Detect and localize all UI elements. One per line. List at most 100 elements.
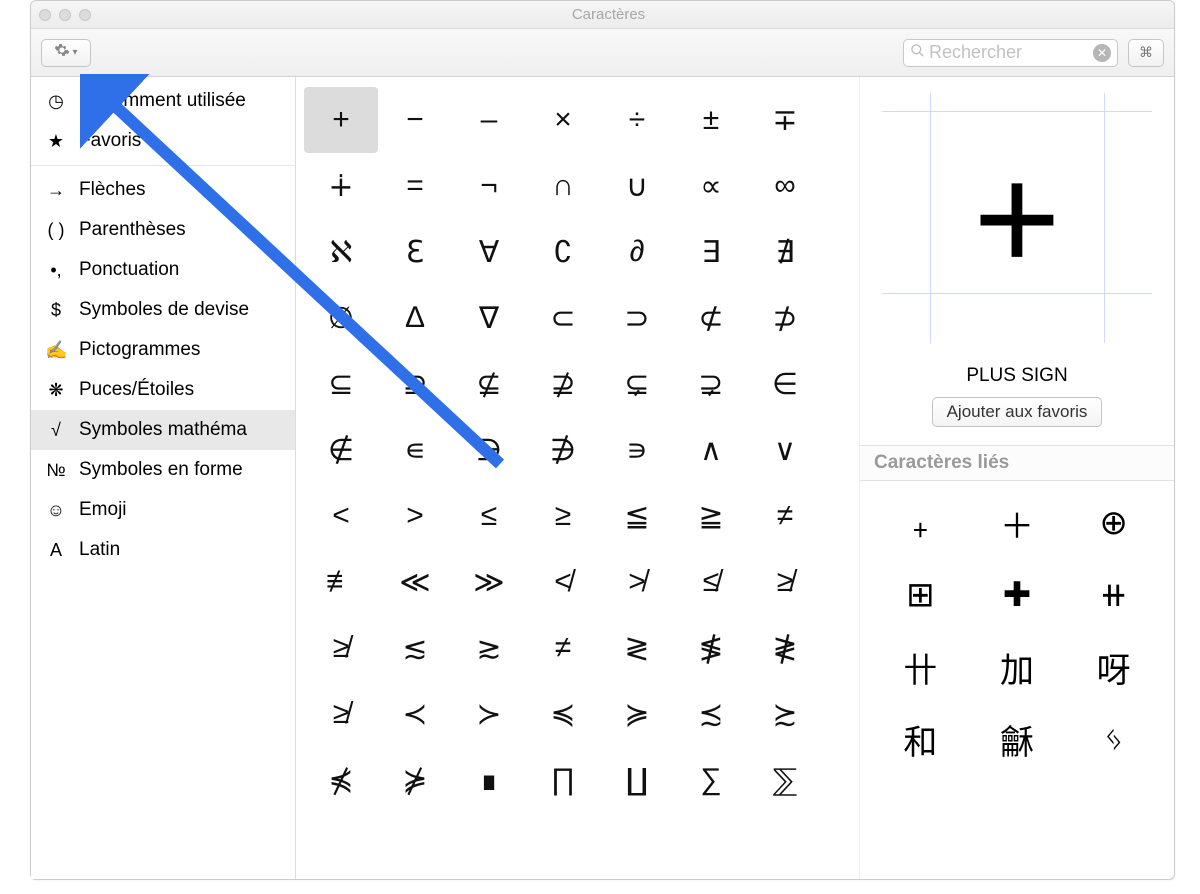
character-cell[interactable]: ∔: [304, 153, 378, 219]
character-cell[interactable]: ∉: [304, 417, 378, 483]
character-cell[interactable]: ≢: [304, 549, 378, 615]
character-cell[interactable]: ≤: [452, 483, 526, 549]
character-cell[interactable]: ∝: [674, 153, 748, 219]
character-cell[interactable]: +: [304, 87, 378, 153]
character-cell[interactable]: −: [378, 87, 452, 153]
character-cell[interactable]: ⋡: [378, 747, 452, 813]
character-cell[interactable]: ∏: [526, 747, 600, 813]
sidebar-item-category[interactable]: ✍Pictogrammes: [31, 330, 295, 370]
zoom-window-button[interactable]: [79, 9, 91, 21]
character-cell[interactable]: ∋: [452, 417, 526, 483]
related-character-cell[interactable]: 卄: [872, 631, 969, 703]
related-character-cell[interactable]: ﹢: [872, 487, 969, 559]
character-cell[interactable]: ∅: [304, 285, 378, 351]
sidebar-item-favorites[interactable]: ★Favoris: [31, 121, 295, 161]
character-cell[interactable]: ≰: [674, 549, 748, 615]
character-cell[interactable]: ⊈: [452, 351, 526, 417]
character-cell[interactable]: ∇: [452, 285, 526, 351]
character-cell[interactable]: ⅀: [748, 747, 822, 813]
character-cell[interactable]: ≱: [304, 615, 378, 681]
character-cell[interactable]: ⊊: [600, 351, 674, 417]
character-cell[interactable]: ≪: [378, 549, 452, 615]
character-cell[interactable]: ℇ: [378, 219, 452, 285]
settings-menu-button[interactable]: ▾: [41, 39, 91, 67]
character-cell[interactable]: ≫: [452, 549, 526, 615]
character-cell[interactable]: ≮: [526, 549, 600, 615]
character-cell[interactable]: ∓: [748, 87, 822, 153]
related-character-cell[interactable]: ⧺: [1065, 559, 1162, 631]
sidebar-item-category[interactable]: №Symboles en forme: [31, 450, 295, 490]
character-cell[interactable]: ∍: [600, 417, 674, 483]
character-cell[interactable]: ⊅: [748, 285, 822, 351]
character-cell[interactable]: ⋠: [304, 747, 378, 813]
character-cell[interactable]: ≻: [452, 681, 526, 747]
character-cell[interactable]: ÷: [600, 87, 674, 153]
clear-search-icon[interactable]: ✕: [1093, 44, 1111, 62]
character-cell[interactable]: ∂: [600, 219, 674, 285]
related-character-cell[interactable]: ᛃ: [1065, 703, 1162, 775]
character-cell[interactable]: ±: [674, 87, 748, 153]
sidebar-item-category[interactable]: ☺Emoji: [31, 490, 295, 530]
character-cell[interactable]: ∈: [748, 351, 822, 417]
related-character-cell[interactable]: ＋: [969, 487, 1066, 559]
sidebar-item-category[interactable]: ( )Parenthèses: [31, 210, 295, 250]
character-cell[interactable]: <: [304, 483, 378, 549]
character-cell[interactable]: ⊇: [378, 351, 452, 417]
character-cell[interactable]: ≼: [526, 681, 600, 747]
character-cell[interactable]: ≽: [600, 681, 674, 747]
sidebar-item-category[interactable]: →Flèches: [31, 170, 295, 210]
character-cell[interactable]: ⊉: [526, 351, 600, 417]
search-input[interactable]: [929, 42, 1089, 63]
character-cell[interactable]: ⊄: [674, 285, 748, 351]
character-cell[interactable]: ∊: [378, 417, 452, 483]
character-cell[interactable]: >: [378, 483, 452, 549]
character-cell[interactable]: ∃: [674, 219, 748, 285]
close-window-button[interactable]: [39, 9, 51, 21]
character-cell[interactable]: ∑: [674, 747, 748, 813]
character-cell[interactable]: ∌: [526, 417, 600, 483]
character-cell[interactable]: ∀: [452, 219, 526, 285]
character-cell[interactable]: ≯: [600, 549, 674, 615]
sidebar-item-category[interactable]: ALatin: [31, 530, 295, 570]
character-cell[interactable]: ∁: [526, 219, 600, 285]
sidebar-item-recent[interactable]: ◷Récemment utilisée: [31, 81, 295, 121]
character-cell[interactable]: ⊂: [526, 285, 600, 351]
character-cell[interactable]: ≹: [748, 615, 822, 681]
character-cell[interactable]: ∨: [748, 417, 822, 483]
character-grid-scroll[interactable]: +−‒×÷±∓∔=¬∩∪∝∞ℵℇ∀∁∂∃∄∅∆∇⊂⊃⊄⊅⊆⊇⊈⊉⊊⊋∈∉∊∋∌∍…: [296, 77, 859, 879]
character-cell[interactable]: ≸: [674, 615, 748, 681]
character-cell[interactable]: ∞: [748, 153, 822, 219]
sidebar-item-category[interactable]: •,Ponctuation: [31, 250, 295, 290]
character-cell[interactable]: ≦: [600, 483, 674, 549]
character-cell[interactable]: ≺: [378, 681, 452, 747]
character-cell[interactable]: ≱: [748, 549, 822, 615]
character-cell[interactable]: ∩: [526, 153, 600, 219]
sidebar-item-category[interactable]: $Symboles de devise: [31, 290, 295, 330]
character-cell[interactable]: ⊋: [674, 351, 748, 417]
character-cell[interactable]: ≥: [526, 483, 600, 549]
related-character-cell[interactable]: 加: [969, 631, 1066, 703]
related-character-cell[interactable]: 和: [872, 703, 969, 775]
character-cell[interactable]: ∧: [674, 417, 748, 483]
character-cell[interactable]: ≾: [674, 681, 748, 747]
character-cell[interactable]: ≧: [674, 483, 748, 549]
toggle-keyboard-view-button[interactable]: ⌘: [1128, 39, 1164, 67]
character-cell[interactable]: ≠: [526, 615, 600, 681]
character-cell[interactable]: ‒: [452, 87, 526, 153]
character-cell[interactable]: ∎: [452, 747, 526, 813]
character-cell[interactable]: ≿: [748, 681, 822, 747]
related-character-cell[interactable]: ⊕: [1065, 487, 1162, 559]
related-character-cell[interactable]: ✚: [969, 559, 1066, 631]
character-cell[interactable]: ≷: [600, 615, 674, 681]
character-cell[interactable]: ¬: [452, 153, 526, 219]
character-cell[interactable]: ≱: [304, 681, 378, 747]
character-cell[interactable]: ≠: [748, 483, 822, 549]
character-cell[interactable]: ≳: [452, 615, 526, 681]
sidebar-item-category[interactable]: √Symboles mathéma: [31, 410, 295, 450]
minimize-window-button[interactable]: [59, 9, 71, 21]
character-cell[interactable]: =: [378, 153, 452, 219]
add-to-favorites-button[interactable]: Ajouter aux favoris: [932, 397, 1103, 427]
character-cell[interactable]: ⊆: [304, 351, 378, 417]
search-field[interactable]: ✕: [903, 39, 1118, 67]
related-character-cell[interactable]: ⊞: [872, 559, 969, 631]
